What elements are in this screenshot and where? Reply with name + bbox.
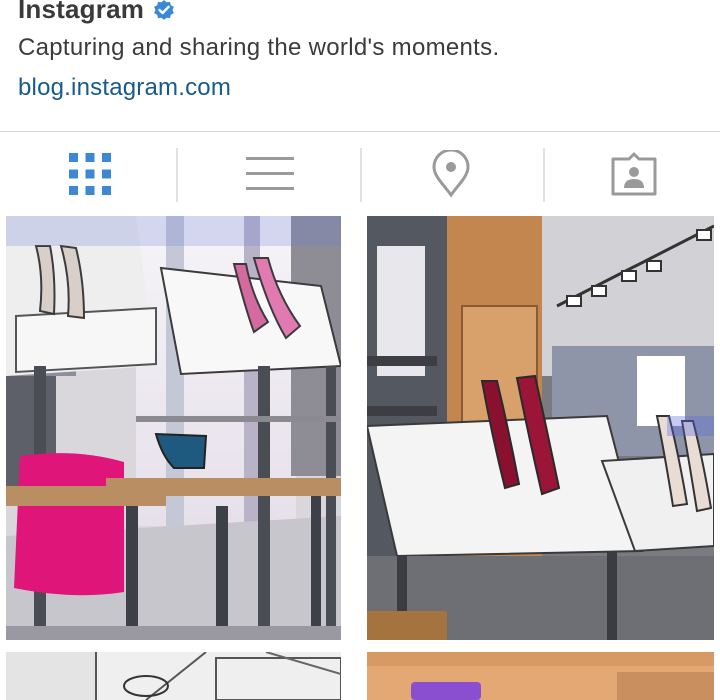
- profile-bio: Capturing and sharing the world's moment…: [18, 34, 500, 61]
- post-image: [367, 652, 714, 700]
- post-thumbnail[interactable]: [367, 652, 714, 700]
- photo-grid: [0, 216, 720, 700]
- list-icon: [246, 157, 294, 190]
- tab-list[interactable]: [180, 132, 360, 216]
- post-thumbnail[interactable]: [6, 216, 341, 640]
- tab-separator: [176, 148, 178, 202]
- post-image: [367, 216, 714, 640]
- profile-tab-bar: [0, 132, 720, 216]
- tab-grid[interactable]: [0, 132, 180, 216]
- post-image: [6, 216, 341, 640]
- post-thumbnail[interactable]: [6, 652, 341, 700]
- profile-website-link[interactable]: blog.instagram.com: [18, 74, 231, 102]
- profile-name: Instagram: [18, 0, 145, 24]
- post-thumbnail[interactable]: [367, 216, 714, 640]
- verified-badge-icon: [154, 0, 174, 20]
- tab-places[interactable]: [361, 132, 541, 216]
- profile-header: Instagram Capturing and sharing the worl…: [0, 0, 720, 131]
- grid-icon: [69, 153, 111, 195]
- profile-name-row: Instagram: [18, 0, 176, 25]
- post-image: [6, 652, 341, 700]
- location-pin-icon: [432, 150, 470, 198]
- tab-tagged[interactable]: [544, 132, 720, 216]
- tagged-person-icon: [611, 152, 657, 196]
